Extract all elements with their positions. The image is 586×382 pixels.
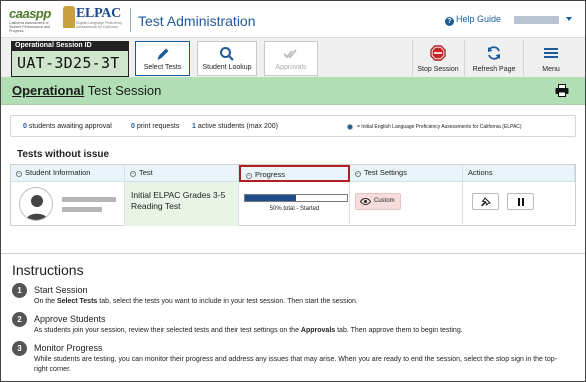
tests-table: − Student Information − Test − Progress − Te… [10,164,576,226]
progress-cell: 50% total - Started [239,182,350,226]
app-title: Test Administration [138,13,256,29]
pencil-icon [157,48,168,60]
pin-button[interactable] [472,193,499,210]
custom-settings-button[interactable]: Custom [355,193,401,210]
approvals-button[interactable]: Approvals [264,41,318,76]
student-name-redacted [62,197,116,202]
collapse-icon: − [16,171,22,177]
session-id-box: Operational Session ID UAT-3D25-3T [11,41,129,77]
section-divider [1,253,585,254]
collapse-icon: − [355,171,361,177]
eye-icon [360,198,371,205]
pause-button[interactable] [507,193,534,210]
double-check-icon [283,49,297,59]
refresh-icon [488,46,500,60]
refresh-page-button[interactable]: Refresh Page [467,42,521,75]
test-settings-cell: Custom [350,182,463,226]
instructions-heading: Instructions [12,262,84,278]
bear-icon [63,6,75,28]
pause-icon [518,198,524,206]
session-title: Operational Test Session [12,83,162,98]
stop-session-button[interactable]: Stop Session [413,42,463,75]
user-menu-name[interactable] [514,16,559,24]
column-header-student-info[interactable]: − Student Information [11,165,125,182]
chevron-down-icon[interactable] [566,17,572,21]
progress-bar-fill [245,195,296,201]
session-stats: 0 students awaiting approval 0 print req… [10,115,576,137]
help-guide-link[interactable]: ? Help Guide [445,14,501,26]
student-id-redacted [62,207,102,212]
menu-button[interactable]: Menu [527,42,575,75]
help-icon: ? [445,17,454,26]
elpac-legend-icon [347,124,353,130]
active-students-stat: 1 active students (max 200) [192,123,279,130]
pushpin-icon [481,197,491,207]
user-icon [25,195,49,220]
collapse-icon: − [246,173,252,179]
test-cell: Initial ELPAC Grades 3-5 Reading Test [125,182,239,226]
student-lookup-button[interactable]: Student Lookup [197,41,257,76]
column-header-test[interactable]: − Test [125,165,239,182]
stop-sign-icon [430,45,446,61]
select-tests-button[interactable]: Select Tests [135,41,190,76]
app-header: caaspp California Assessment of Student … [1,1,585,37]
elpac-logo: ELPAC English Language Proficiency Asses… [63,6,123,34]
column-header-actions: Actions [463,165,575,182]
column-header-progress[interactable]: − Progress [239,165,350,182]
printer-icon[interactable] [555,84,569,97]
collapse-icon: − [130,171,136,177]
test-name: Initial ELPAC Grades 3-5 Reading Test [131,190,226,211]
tests-section-heading: Tests without issue [17,149,110,160]
progress-bar [244,194,348,202]
toolbar: Operational Session ID UAT-3D25-3T Selec… [1,37,585,77]
actions-cell [463,182,575,226]
legend-text: = Initial English Language Proficiency A… [357,124,522,130]
progress-text: 50% total - Started [269,206,320,212]
avatar [19,187,53,221]
session-id: UAT-3D25-3T [11,51,129,77]
awaiting-approval-stat: 0 students awaiting approval [23,123,112,130]
header-divider [130,8,131,32]
app-window: caaspp California Assessment of Student … [0,0,586,382]
print-requests-stat: 0 print requests [131,123,180,130]
search-icon [220,47,234,61]
session-title-bar: Operational Test Session [1,77,585,105]
caaspp-logo: caaspp California Assessment of Student … [9,6,51,33]
column-header-test-settings[interactable]: − Test Settings [350,165,463,182]
student-info-cell [11,182,125,226]
hamburger-menu-icon [544,48,558,58]
